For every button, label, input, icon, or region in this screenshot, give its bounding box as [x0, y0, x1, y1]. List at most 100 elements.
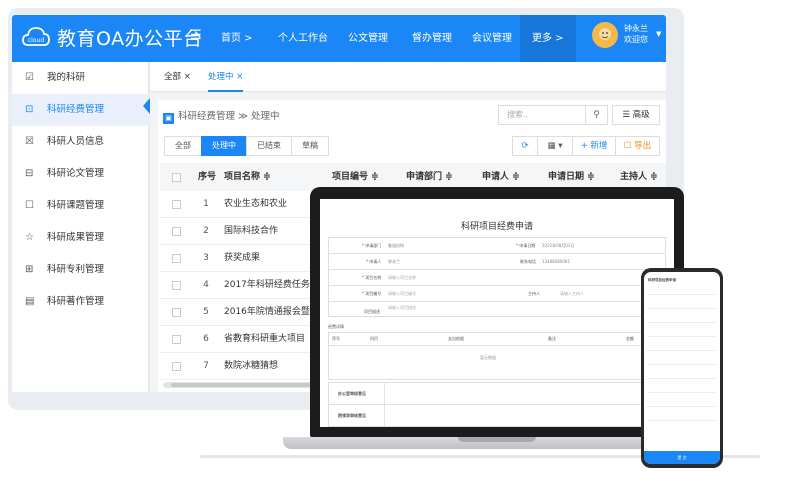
cloud-logo-icon: cloud [22, 27, 50, 46]
add-button[interactable]: + 新增 [572, 136, 616, 156]
phone-divider [647, 392, 717, 393]
top-navigation-bar: cloud 教育OA办公平台 ☰ 首页 > 个人工作台 公文管理 督办管理 会议… [12, 15, 666, 62]
hamburger-icon[interactable]: ☰ [190, 28, 202, 43]
sidebar-item-label: 科研著作管理 [47, 296, 105, 307]
date-label: * 申请日期 [516, 243, 536, 248]
row-checkbox[interactable] [172, 362, 181, 371]
nav-more[interactable]: 更多 > [520, 15, 576, 62]
tab-processing[interactable]: 处理中 × [208, 62, 244, 92]
row-name: 2017年科研经费任务书 [224, 280, 319, 290]
sidebar-item-topics[interactable]: ☐ 科研课题管理 [12, 190, 149, 222]
host-label: 主持人 [528, 291, 540, 296]
module-icon: ▣ [163, 113, 174, 124]
col-name[interactable]: 项目名称 ≑ [224, 163, 271, 191]
host-input[interactable]: 请输入主持人 [560, 291, 584, 297]
sidebar-item-my-research[interactable]: ☑ 我的科研 [12, 62, 149, 94]
row-name: 数院冰糖猜想 [224, 361, 279, 371]
form-divider [328, 269, 666, 270]
advanced-search-button[interactable]: ☰ 高级 [612, 105, 660, 125]
phone-screen: 科研项目经费申请 提 交 [644, 272, 720, 464]
row-index: 2 [203, 226, 209, 236]
nav-personal-workbench[interactable]: 个人工作台 [278, 15, 336, 62]
project-no-input[interactable]: 请输入项目编号 [388, 291, 416, 297]
export-icon: ☐ [623, 141, 635, 151]
detail-divider [328, 345, 666, 346]
sidebar-item-label: 科研课题管理 [47, 200, 105, 211]
sidebar-item-staff[interactable]: ☒ 科研人员信息 [12, 126, 149, 158]
app-title: 教育OA办公平台 [57, 28, 203, 50]
book-icon: ▤ [25, 296, 35, 307]
row-name: 2016年院情通报会暨 [224, 307, 310, 317]
phone-label: 联系电话 [520, 259, 536, 264]
row-checkbox[interactable] [172, 200, 181, 209]
sidebar-item-funding[interactable]: ⊡ 科研经费管理 [12, 94, 149, 126]
date-value[interactable]: 2022年08月03日 [542, 243, 574, 249]
phone-submit-button[interactable]: 提 交 [644, 451, 720, 464]
dept-value[interactable]: 鲁迦机构 [388, 243, 404, 249]
sidebar-item-label: 我的科研 [47, 72, 86, 83]
row-index: 1 [203, 199, 209, 209]
star-icon: ☆ [25, 232, 34, 243]
review-divider [384, 382, 385, 427]
sidebar-item-label: 科研经费管理 [47, 104, 105, 115]
applicant-value[interactable]: 钟永兰 [388, 259, 400, 265]
row-name: 省教育科研重大项目 [224, 334, 306, 344]
select-all-checkbox[interactable] [172, 173, 181, 182]
avatar[interactable] [592, 22, 618, 48]
filter-draft[interactable]: 草稿 [291, 136, 329, 156]
refresh-button[interactable]: ⟳ [512, 136, 538, 156]
row-checkbox[interactable] [172, 281, 181, 290]
nav-home[interactable]: 首页 > [221, 15, 261, 62]
sidebar-item-patents[interactable]: ⊞ 科研专利管理 [12, 254, 149, 286]
row-checkbox[interactable] [172, 227, 181, 236]
phone-divider [647, 294, 717, 295]
scrollbar-thumb[interactable] [171, 383, 311, 387]
dean-review-label: 院领导审核意见 [338, 413, 366, 418]
form-divider [328, 285, 666, 286]
export-button[interactable]: ☐ 导出 [615, 136, 660, 156]
phone-value[interactable]: 13488080081 [542, 259, 570, 264]
nav-meetings[interactable]: 会议管理 [472, 15, 514, 62]
review-divider [328, 404, 666, 405]
nav-supervision[interactable]: 督办管理 [412, 15, 454, 62]
office-review-label: 办公室审核意见 [338, 391, 366, 396]
active-indicator [143, 98, 150, 114]
search-input[interactable]: 搜索.. [498, 105, 586, 125]
applicant-label: * 申请人 [366, 259, 382, 264]
sidebar-item-label: 科研论文管理 [47, 168, 105, 179]
row-index: 6 [203, 334, 209, 344]
status-filter-group: 全部 处理中 已结束 草稿 [164, 136, 329, 156]
phone-divider [647, 364, 717, 365]
project-name-input[interactable]: 请输入项目名称 [388, 275, 416, 281]
tab-all[interactable]: 全部 × [164, 62, 191, 92]
detail-col-basis: 支出依据 [448, 336, 464, 341]
phone-divider [647, 350, 717, 351]
tab-bar: 全部 × 处理中 × [150, 62, 666, 92]
sidebar-item-achievements[interactable]: ☆ 科研成果管理 [12, 222, 149, 254]
filter-finished[interactable]: 已结束 [246, 136, 292, 156]
chevron-down-icon[interactable]: ▼ [656, 30, 661, 38]
horizontal-scrollbar[interactable] [163, 382, 313, 388]
row-checkbox[interactable] [172, 254, 181, 263]
project-name-label: * 项目名称 [362, 275, 382, 280]
checkbox-icon: ☑ [25, 72, 34, 83]
columns-button[interactable]: ▦ ▾ [537, 136, 573, 156]
nav-documents[interactable]: 公文管理 [348, 15, 390, 62]
row-index: 7 [203, 361, 209, 371]
search-icon[interactable]: ⚲ [586, 105, 608, 125]
sidebar-item-papers[interactable]: ⊟ 科研论文管理 [12, 158, 149, 190]
breadcrumb-text: 科研经费管理 ≫ 处理中 [178, 111, 280, 122]
row-index: 5 [203, 307, 209, 317]
filter-all[interactable]: 全部 [164, 136, 202, 156]
advanced-label: 高级 [632, 110, 650, 120]
export-label: 导出 [634, 141, 652, 151]
row-checkbox[interactable] [172, 335, 181, 344]
col-index: 序号 [198, 172, 217, 182]
breadcrumb: ▣ 科研经费管理 ≫ 处理中 [163, 108, 280, 124]
description-input[interactable]: 请输入项目描述 [388, 305, 416, 311]
filter-processing[interactable]: 处理中 [201, 136, 247, 156]
user-name-block[interactable]: 钟永兰 欢迎您 [624, 23, 648, 45]
row-checkbox[interactable] [172, 308, 181, 317]
sidebar-item-books[interactable]: ▤ 科研著作管理 [12, 286, 149, 318]
phone-divider [647, 308, 717, 309]
